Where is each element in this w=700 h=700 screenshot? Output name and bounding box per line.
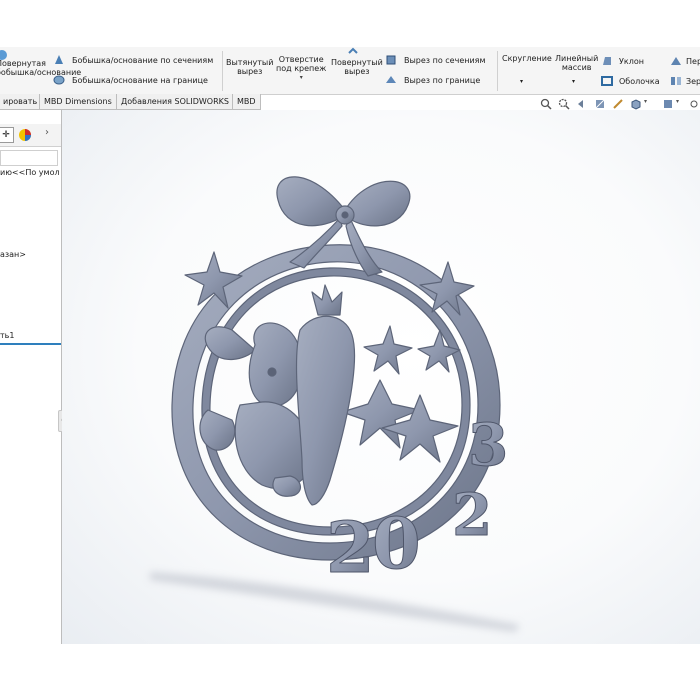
tab-solidworks-addins[interactable]: Добавления SOLIDWORKS	[116, 94, 234, 110]
boundary-cut-icon	[386, 76, 396, 83]
linear-pattern-button[interactable]: Линейный массив	[555, 54, 598, 72]
tree-item-material[interactable]: азан>	[0, 250, 26, 259]
tab-label: MBD Dimensions	[44, 97, 112, 106]
hole-wizard-button[interactable]: Отверстие под крепеж ▾	[276, 55, 326, 82]
year-digit: 3	[468, 411, 508, 479]
lofted-cut-icon	[386, 55, 396, 65]
rib-icon	[671, 57, 681, 65]
tree-item-label: азан>	[0, 250, 26, 259]
extruded-cut-button[interactable]: Вытянутый вырез	[226, 58, 273, 76]
tab-mbd[interactable]: MBD	[232, 94, 261, 110]
linear-pattern-label: Линейный массив	[555, 54, 599, 72]
boundary-cut-label: Вырез по границе	[404, 76, 481, 85]
draft-label: Уклон	[619, 57, 644, 66]
tab-label: ировать	[3, 97, 38, 106]
tab-label: MBD	[237, 97, 256, 106]
appearance-icon[interactable]	[18, 128, 32, 142]
carrot-shape	[295, 284, 356, 506]
boundary-boss-label: Бобышка/основание на границе	[72, 76, 208, 85]
fillet-dropdown-icon[interactable]: ▾	[520, 77, 523, 86]
rib-button[interactable]: Пер	[686, 57, 700, 66]
mirror-label: Зер	[686, 77, 700, 86]
dynamic-annotation-icon[interactable]	[612, 98, 624, 110]
shell-icon	[601, 76, 613, 86]
revolved-cut-icon	[348, 47, 358, 54]
revolved-cut-label: Повернутый вырез	[331, 58, 383, 76]
boundary-cut-button[interactable]: Вырез по границе	[404, 76, 480, 85]
rollback-bar[interactable]	[0, 343, 61, 345]
graphics-area[interactable]: 2 0 2 3	[62, 110, 700, 644]
ribbon-separator	[222, 51, 223, 91]
tab-evaluate[interactable]: ировать	[0, 94, 43, 110]
tab-mbd-dimensions[interactable]: MBD Dimensions	[39, 94, 117, 110]
draft-icon	[603, 57, 611, 65]
filter-input[interactable]	[0, 150, 58, 166]
year-digit: 0	[372, 502, 421, 585]
boundary-boss-button[interactable]: Бобышка/основание на границе	[72, 76, 208, 85]
shell-button[interactable]: Оболочка	[619, 77, 660, 86]
year-digit: 2	[452, 481, 492, 549]
command-manager-tabs: ировать MBD Dimensions Добавления SOLIDW…	[0, 94, 270, 110]
tree-item-label: ию<<По умол	[0, 168, 60, 177]
zoom-to-fit-icon[interactable]	[540, 98, 552, 110]
dropdown-arrow-icon[interactable]: ▾	[676, 98, 679, 105]
hole-wizard-label: Отверстие под крепеж	[276, 55, 327, 73]
tree-item-feature[interactable]: ть1	[0, 331, 14, 340]
loft-boss-label: Бобышка/основание по сечениям	[72, 56, 214, 65]
feature-manager-toolbar: ✛ ›	[0, 124, 61, 147]
hide-show-icon[interactable]	[688, 98, 700, 110]
ornament-model[interactable]: 2 0 2 3	[171, 176, 509, 590]
section-view-icon[interactable]	[594, 98, 606, 110]
revolved-boss-button[interactable]: Повернутая бобышка/основание	[0, 59, 81, 77]
dropdown-arrow-icon[interactable]: ▾	[644, 98, 647, 105]
model-view: 2 0 2 3	[150, 176, 520, 632]
tab-label: Добавления SOLIDWORKS	[121, 97, 229, 106]
revolved-boss-label: Повернутая бобышка/основание	[0, 59, 82, 77]
chevron-right-icon[interactable]: ›	[45, 127, 49, 138]
lofted-cut-label: Вырез по сечениям	[404, 56, 486, 65]
rib-label: Пер	[686, 57, 700, 66]
tree-item-configuration[interactable]: ию<<По умол	[0, 168, 60, 177]
zoom-area-icon[interactable]	[558, 98, 570, 110]
mirror-icon	[671, 77, 681, 85]
fillet-button[interactable]: Скругление	[502, 54, 552, 63]
tree-item-label: ть1	[0, 331, 15, 340]
dropdown-arrow-icon[interactable]: ▾	[276, 73, 326, 82]
mirror-button[interactable]: Зер	[686, 77, 700, 86]
lofted-cut-button[interactable]: Вырез по сечениям	[404, 56, 486, 65]
loft-boss-icon	[55, 55, 63, 64]
command-ribbon: Повернутая бобышка/основание Бобышка/осн…	[0, 47, 700, 95]
crosshair-icon[interactable]: ✛	[0, 127, 14, 143]
boundary-boss-icon	[53, 75, 65, 85]
year-digit: 2	[326, 506, 375, 589]
view-orientation-icon[interactable]	[630, 98, 642, 110]
ribbon-separator	[497, 51, 498, 91]
feature-manager-panel: ✛ › ию<<По умол азан> ть1 ◦	[0, 110, 66, 644]
extruded-cut-label: Вытянутый вырез	[226, 58, 274, 76]
linear-pattern-dropdown-icon[interactable]: ▾	[572, 77, 575, 86]
fillet-label: Скругление	[502, 54, 552, 63]
revolved-cut-button[interactable]: Повернутый вырез	[331, 58, 383, 76]
shell-label: Оболочка	[619, 77, 660, 86]
loft-boss-button[interactable]: Бобышка/основание по сечениям	[72, 56, 213, 65]
previous-view-icon[interactable]	[576, 98, 588, 110]
draft-button[interactable]: Уклон	[619, 57, 644, 66]
display-style-icon[interactable]	[662, 98, 674, 110]
